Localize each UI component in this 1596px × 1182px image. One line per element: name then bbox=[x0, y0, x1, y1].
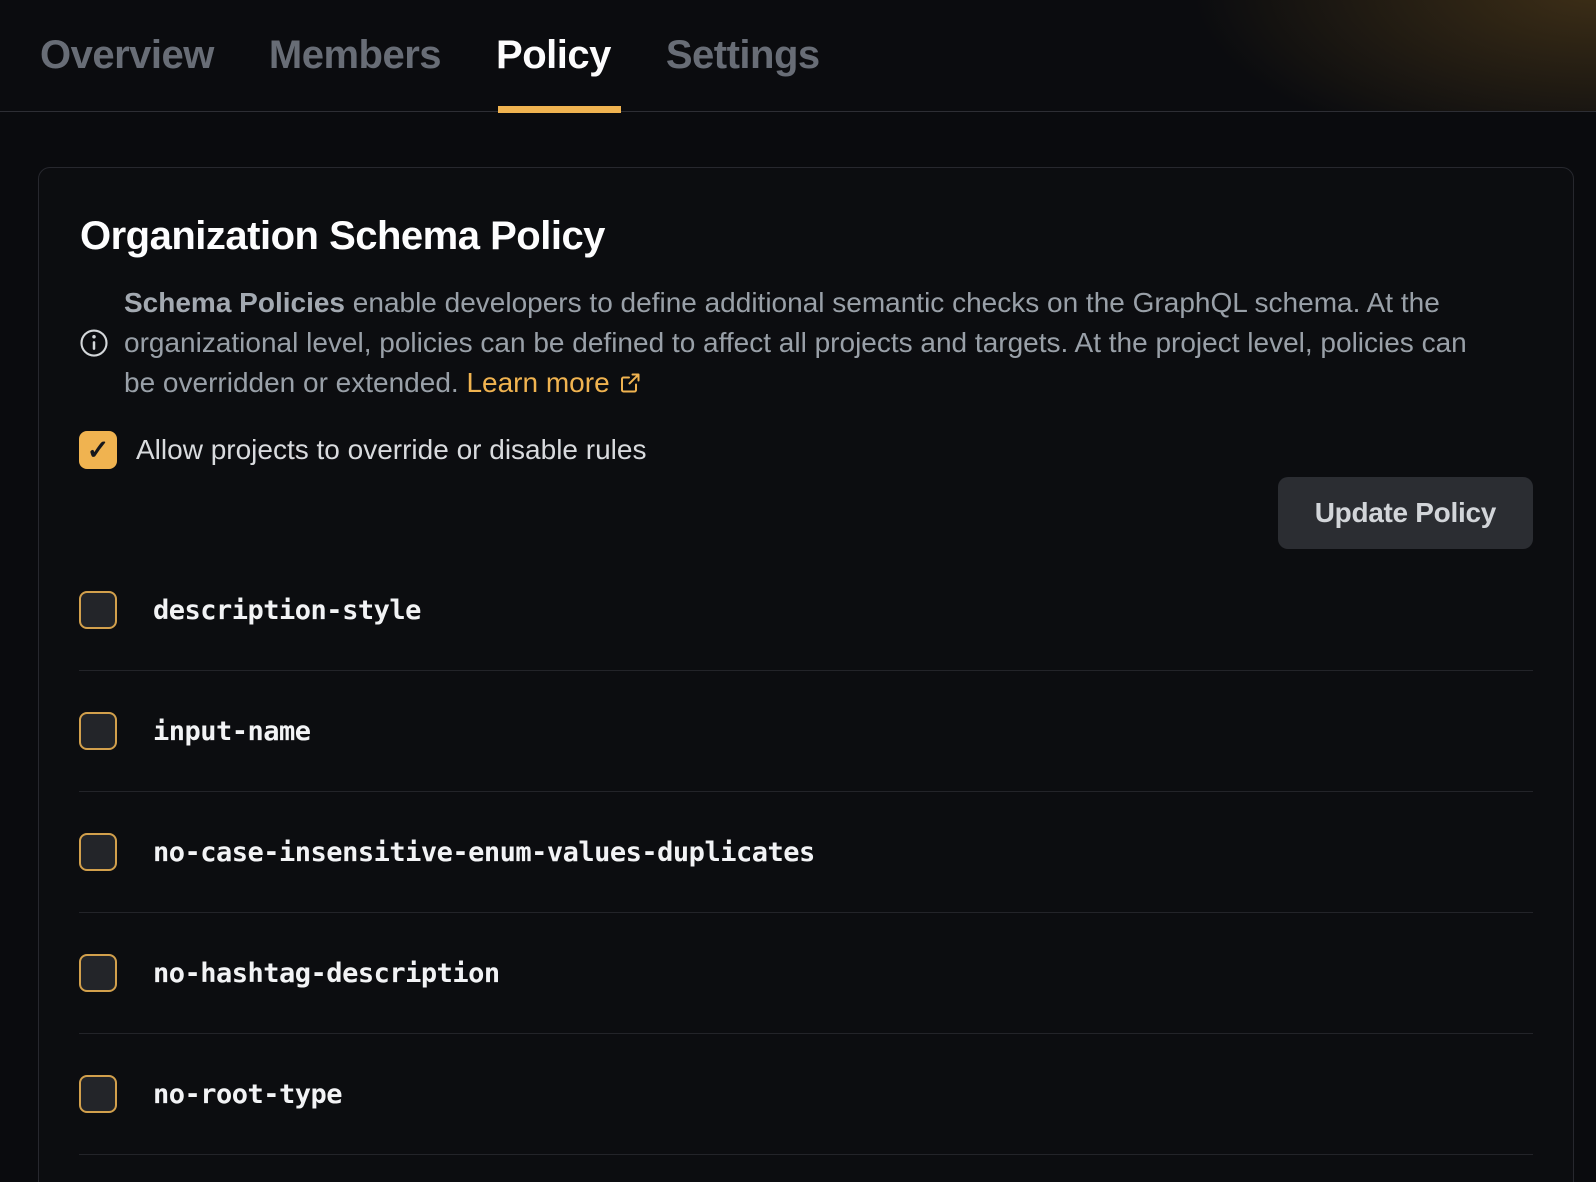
rule-name: no-case-insensitive-enum-values-duplicat… bbox=[153, 837, 815, 868]
rule-row-no-root-type: no-root-type bbox=[79, 1034, 1533, 1155]
rule-row-no-hashtag-description: no-hashtag-description bbox=[79, 913, 1533, 1034]
tab-policy-label: Policy bbox=[496, 33, 611, 78]
policy-description: Schema Policies enable developers to def… bbox=[124, 283, 1504, 403]
learn-more-label: Learn more bbox=[466, 367, 609, 398]
tab-policy[interactable]: Policy bbox=[496, 0, 611, 112]
rule-name: description-style bbox=[153, 595, 421, 626]
rule-row-input-name: input-name bbox=[79, 671, 1533, 792]
rule-checkbox[interactable] bbox=[79, 954, 117, 992]
rule-row-no-case-insensitive-enum-values-duplicates: no-case-insensitive-enum-values-duplicat… bbox=[79, 792, 1533, 913]
tab-overview-label: Overview bbox=[40, 33, 214, 78]
rule-checkbox[interactable] bbox=[79, 712, 117, 750]
rule-checkbox[interactable] bbox=[79, 1075, 117, 1113]
tab-members-label: Members bbox=[269, 33, 441, 78]
tab-members[interactable]: Members bbox=[269, 0, 441, 112]
update-policy-row: Update Policy bbox=[79, 477, 1533, 549]
tab-settings[interactable]: Settings bbox=[666, 0, 820, 112]
info-icon bbox=[79, 328, 109, 358]
page-title: Organization Schema Policy bbox=[80, 214, 1533, 259]
learn-more-link[interactable]: Learn more bbox=[466, 367, 641, 398]
policy-info-callout: Schema Policies enable developers to def… bbox=[79, 283, 1533, 403]
tab-settings-label: Settings bbox=[666, 33, 820, 78]
update-policy-button[interactable]: Update Policy bbox=[1278, 477, 1533, 549]
check-icon: ✓ bbox=[87, 435, 110, 466]
rules-list: description-style input-name no-case-ins… bbox=[79, 550, 1533, 1155]
org-tab-bar: Overview Members Policy Settings bbox=[0, 0, 1596, 112]
rule-name: no-root-type bbox=[153, 1079, 342, 1110]
allow-override-checkbox[interactable]: ✓ bbox=[79, 431, 117, 469]
allow-override-label: Allow projects to override or disable ru… bbox=[136, 434, 646, 466]
allow-override-row: ✓ Allow projects to override or disable … bbox=[79, 431, 1533, 469]
tab-overview[interactable]: Overview bbox=[40, 0, 214, 112]
policy-description-lead: Schema Policies bbox=[124, 287, 345, 318]
rule-row-description-style: description-style bbox=[79, 550, 1533, 671]
schema-policy-card: Organization Schema Policy Schema Polici… bbox=[38, 167, 1574, 1182]
active-tab-underline bbox=[498, 106, 621, 113]
rule-name: input-name bbox=[153, 716, 311, 747]
external-link-icon bbox=[618, 371, 642, 395]
rule-checkbox[interactable] bbox=[79, 591, 117, 629]
rule-name: no-hashtag-description bbox=[153, 958, 500, 989]
rule-checkbox[interactable] bbox=[79, 833, 117, 871]
policy-page: Organization Schema Policy Schema Polici… bbox=[0, 112, 1596, 1182]
